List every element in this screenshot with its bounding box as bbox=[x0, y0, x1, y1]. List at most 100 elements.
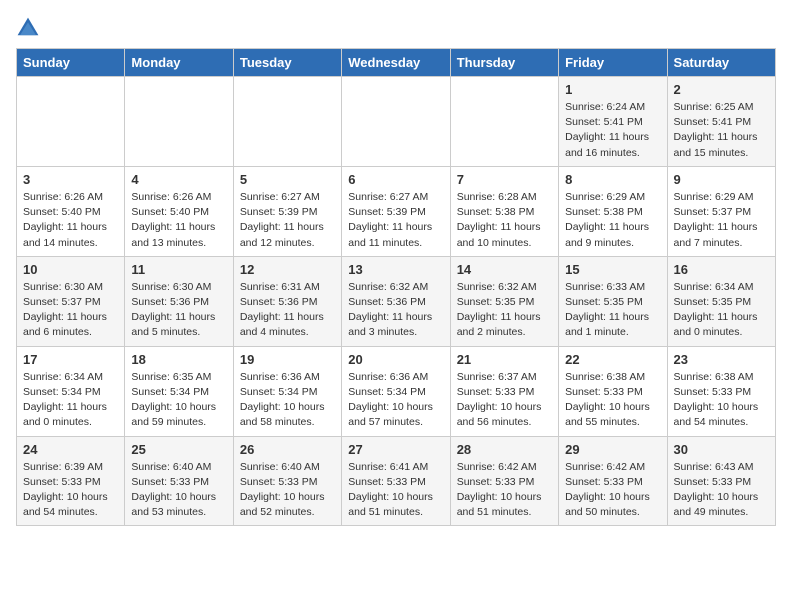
day-number: 21 bbox=[457, 352, 552, 367]
day-info: Sunrise: 6:27 AM Sunset: 5:39 PM Dayligh… bbox=[240, 190, 335, 251]
day-number: 15 bbox=[565, 262, 660, 277]
day-number: 8 bbox=[565, 172, 660, 187]
calendar-cell bbox=[125, 77, 233, 167]
day-info: Sunrise: 6:40 AM Sunset: 5:33 PM Dayligh… bbox=[131, 460, 226, 521]
day-info: Sunrise: 6:39 AM Sunset: 5:33 PM Dayligh… bbox=[23, 460, 118, 521]
day-info: Sunrise: 6:34 AM Sunset: 5:35 PM Dayligh… bbox=[674, 280, 769, 341]
weekday-header-row: SundayMondayTuesdayWednesdayThursdayFrid… bbox=[17, 49, 776, 77]
day-info: Sunrise: 6:37 AM Sunset: 5:33 PM Dayligh… bbox=[457, 370, 552, 431]
day-number: 29 bbox=[565, 442, 660, 457]
calendar-cell: 13Sunrise: 6:32 AM Sunset: 5:36 PM Dayli… bbox=[342, 256, 450, 346]
calendar-cell: 23Sunrise: 6:38 AM Sunset: 5:33 PM Dayli… bbox=[667, 346, 775, 436]
day-info: Sunrise: 6:36 AM Sunset: 5:34 PM Dayligh… bbox=[240, 370, 335, 431]
day-number: 27 bbox=[348, 442, 443, 457]
calendar-cell: 5 Sunrise: 6:27 AM Sunset: 5:39 PM Daylig… bbox=[233, 166, 341, 256]
day-info: Sunrise: 6:24 AM Sunset: 5:41 PM Dayligh… bbox=[565, 100, 660, 161]
day-info: Sunrise: 6:30 AM Sunset: 5:37 PM Dayligh… bbox=[23, 280, 118, 341]
day-number: 7 bbox=[457, 172, 552, 187]
day-number: 1 bbox=[565, 82, 660, 97]
calendar-table: SundayMondayTuesdayWednesdayThursdayFrid… bbox=[16, 48, 776, 526]
day-info: Sunrise: 6:30 AM Sunset: 5:36 PM Dayligh… bbox=[131, 280, 226, 341]
day-number: 10 bbox=[23, 262, 118, 277]
day-number: 28 bbox=[457, 442, 552, 457]
day-number: 18 bbox=[131, 352, 226, 367]
weekday-header-thursday: Thursday bbox=[450, 49, 558, 77]
day-info: Sunrise: 6:42 AM Sunset: 5:33 PM Dayligh… bbox=[565, 460, 660, 521]
weekday-header-saturday: Saturday bbox=[667, 49, 775, 77]
day-number: 25 bbox=[131, 442, 226, 457]
calendar-cell: 7 Sunrise: 6:28 AM Sunset: 5:38 PM Daylig… bbox=[450, 166, 558, 256]
day-number: 30 bbox=[674, 442, 769, 457]
calendar-week-4: 17Sunrise: 6:34 AM Sunset: 5:34 PM Dayli… bbox=[17, 346, 776, 436]
day-info: Sunrise: 6:31 AM Sunset: 5:36 PM Dayligh… bbox=[240, 280, 335, 341]
calendar-cell: 25 Sunrise: 6:40 AM Sunset: 5:33 PM Dayli… bbox=[125, 436, 233, 526]
day-number: 6 bbox=[348, 172, 443, 187]
calendar-cell: 11 Sunrise: 6:30 AM Sunset: 5:36 PM Dayli… bbox=[125, 256, 233, 346]
calendar-cell bbox=[342, 77, 450, 167]
weekday-header-wednesday: Wednesday bbox=[342, 49, 450, 77]
calendar-cell: 27 Sunrise: 6:41 AM Sunset: 5:33 PM Dayli… bbox=[342, 436, 450, 526]
calendar-cell: 28 Sunrise: 6:42 AM Sunset: 5:33 PM Dayli… bbox=[450, 436, 558, 526]
day-info: Sunrise: 6:29 AM Sunset: 5:38 PM Dayligh… bbox=[565, 190, 660, 251]
calendar-cell: 24 Sunrise: 6:39 AM Sunset: 5:33 PM Dayli… bbox=[17, 436, 125, 526]
calendar-cell: 20Sunrise: 6:36 AM Sunset: 5:34 PM Dayli… bbox=[342, 346, 450, 436]
weekday-header-friday: Friday bbox=[559, 49, 667, 77]
day-info: Sunrise: 6:32 AM Sunset: 5:35 PM Dayligh… bbox=[457, 280, 552, 341]
calendar-week-2: 3 Sunrise: 6:26 AM Sunset: 5:40 PM Daylig… bbox=[17, 166, 776, 256]
calendar-cell: 16Sunrise: 6:34 AM Sunset: 5:35 PM Dayli… bbox=[667, 256, 775, 346]
day-info: Sunrise: 6:38 AM Sunset: 5:33 PM Dayligh… bbox=[565, 370, 660, 431]
day-number: 24 bbox=[23, 442, 118, 457]
calendar-cell: 26 Sunrise: 6:40 AM Sunset: 5:33 PM Dayli… bbox=[233, 436, 341, 526]
calendar-cell bbox=[450, 77, 558, 167]
day-number: 14 bbox=[457, 262, 552, 277]
calendar-cell: 15 Sunrise: 6:33 AM Sunset: 5:35 PM Dayli… bbox=[559, 256, 667, 346]
weekday-header-sunday: Sunday bbox=[17, 49, 125, 77]
calendar-cell: 2 Sunrise: 6:25 AM Sunset: 5:41 PM Daylig… bbox=[667, 77, 775, 167]
day-number: 19 bbox=[240, 352, 335, 367]
calendar-cell: 22 Sunrise: 6:38 AM Sunset: 5:33 PM Dayli… bbox=[559, 346, 667, 436]
calendar-cell: 12 Sunrise: 6:31 AM Sunset: 5:36 PM Dayli… bbox=[233, 256, 341, 346]
weekday-header-tuesday: Tuesday bbox=[233, 49, 341, 77]
day-info: Sunrise: 6:41 AM Sunset: 5:33 PM Dayligh… bbox=[348, 460, 443, 521]
calendar-cell: 18 Sunrise: 6:35 AM Sunset: 5:34 PM Dayli… bbox=[125, 346, 233, 436]
day-number: 11 bbox=[131, 262, 226, 277]
day-info: Sunrise: 6:26 AM Sunset: 5:40 PM Dayligh… bbox=[23, 190, 118, 251]
day-info: Sunrise: 6:32 AM Sunset: 5:36 PM Dayligh… bbox=[348, 280, 443, 341]
day-number: 5 bbox=[240, 172, 335, 187]
day-info: Sunrise: 6:28 AM Sunset: 5:38 PM Dayligh… bbox=[457, 190, 552, 251]
calendar-body: 1 Sunrise: 6:24 AM Sunset: 5:41 PM Daylig… bbox=[17, 77, 776, 526]
day-info: Sunrise: 6:40 AM Sunset: 5:33 PM Dayligh… bbox=[240, 460, 335, 521]
calendar-cell: 3 Sunrise: 6:26 AM Sunset: 5:40 PM Daylig… bbox=[17, 166, 125, 256]
day-number: 3 bbox=[23, 172, 118, 187]
calendar-cell: 8 Sunrise: 6:29 AM Sunset: 5:38 PM Daylig… bbox=[559, 166, 667, 256]
calendar-cell: 17Sunrise: 6:34 AM Sunset: 5:34 PM Dayli… bbox=[17, 346, 125, 436]
day-number: 23 bbox=[674, 352, 769, 367]
day-info: Sunrise: 6:29 AM Sunset: 5:37 PM Dayligh… bbox=[674, 190, 769, 251]
calendar-cell: 9 Sunrise: 6:29 AM Sunset: 5:37 PM Daylig… bbox=[667, 166, 775, 256]
day-number: 2 bbox=[674, 82, 769, 97]
day-number: 26 bbox=[240, 442, 335, 457]
calendar-week-5: 24 Sunrise: 6:39 AM Sunset: 5:33 PM Dayli… bbox=[17, 436, 776, 526]
day-info: Sunrise: 6:27 AM Sunset: 5:39 PM Dayligh… bbox=[348, 190, 443, 251]
calendar-cell bbox=[233, 77, 341, 167]
calendar-week-3: 10 Sunrise: 6:30 AM Sunset: 5:37 PM Dayli… bbox=[17, 256, 776, 346]
weekday-header-monday: Monday bbox=[125, 49, 233, 77]
calendar-cell: 14 Sunrise: 6:32 AM Sunset: 5:35 PM Dayli… bbox=[450, 256, 558, 346]
calendar-cell: 1 Sunrise: 6:24 AM Sunset: 5:41 PM Daylig… bbox=[559, 77, 667, 167]
day-number: 4 bbox=[131, 172, 226, 187]
day-info: Sunrise: 6:35 AM Sunset: 5:34 PM Dayligh… bbox=[131, 370, 226, 431]
page-header bbox=[16, 16, 776, 40]
calendar-cell: 21 Sunrise: 6:37 AM Sunset: 5:33 PM Dayli… bbox=[450, 346, 558, 436]
day-info: Sunrise: 6:42 AM Sunset: 5:33 PM Dayligh… bbox=[457, 460, 552, 521]
day-info: Sunrise: 6:34 AM Sunset: 5:34 PM Dayligh… bbox=[23, 370, 118, 431]
day-info: Sunrise: 6:43 AM Sunset: 5:33 PM Dayligh… bbox=[674, 460, 769, 521]
day-number: 9 bbox=[674, 172, 769, 187]
calendar-cell: 4Sunrise: 6:26 AM Sunset: 5:40 PM Daylig… bbox=[125, 166, 233, 256]
calendar-week-1: 1 Sunrise: 6:24 AM Sunset: 5:41 PM Daylig… bbox=[17, 77, 776, 167]
day-number: 20 bbox=[348, 352, 443, 367]
day-number: 22 bbox=[565, 352, 660, 367]
calendar-cell: 6 Sunrise: 6:27 AM Sunset: 5:39 PM Daylig… bbox=[342, 166, 450, 256]
day-number: 12 bbox=[240, 262, 335, 277]
day-info: Sunrise: 6:25 AM Sunset: 5:41 PM Dayligh… bbox=[674, 100, 769, 161]
day-info: Sunrise: 6:33 AM Sunset: 5:35 PM Dayligh… bbox=[565, 280, 660, 341]
